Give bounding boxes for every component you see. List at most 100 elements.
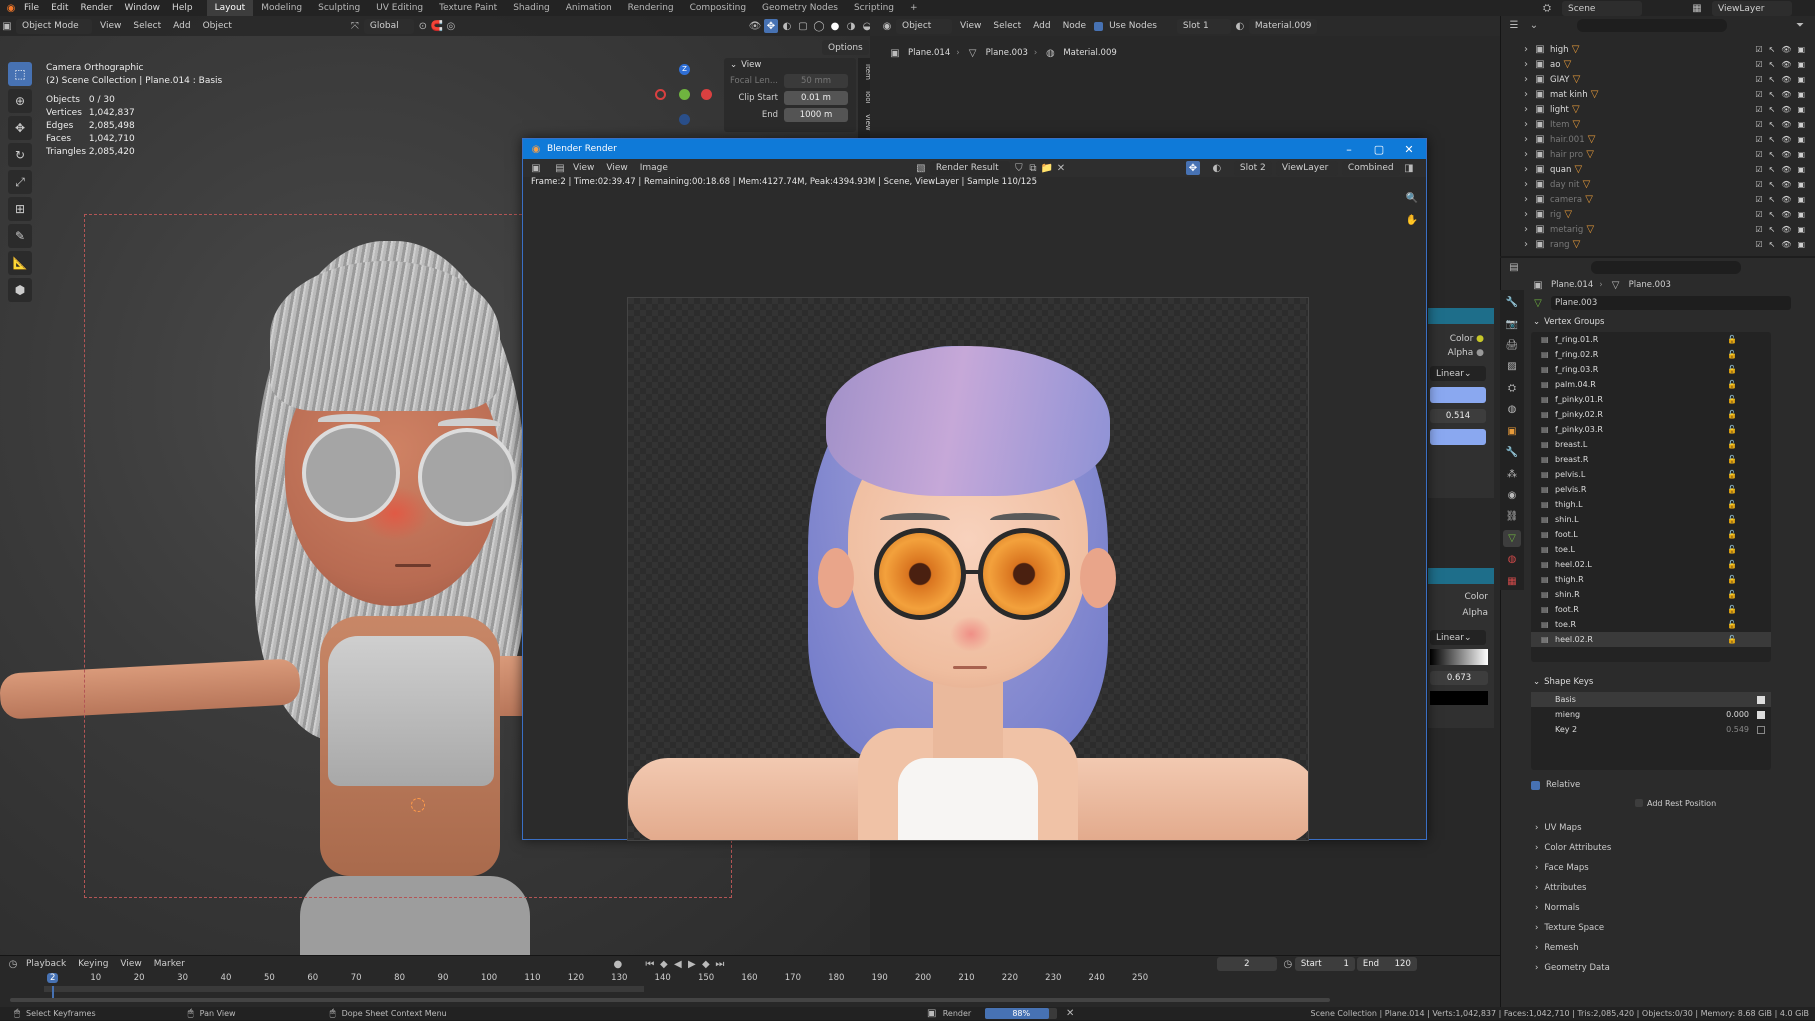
shader-node-1[interactable]: Color ● Alpha ● Linear ⌄ 0.514 — [1428, 308, 1494, 498]
viewport-menu-view[interactable]: View — [94, 21, 127, 31]
fake-user-icon[interactable]: ⛉ — [1012, 161, 1026, 175]
mesh-data-props-icon[interactable]: ▽ — [1503, 529, 1521, 548]
exclude-checkbox-icon[interactable]: ☑ — [1755, 240, 1762, 249]
render-props-icon[interactable]: 📷 — [1503, 315, 1521, 332]
shader-menu-add[interactable]: Add — [1027, 21, 1056, 31]
exclude-checkbox-icon[interactable]: ☑ — [1755, 180, 1762, 189]
new-image-icon[interactable]: ⧉ — [1026, 161, 1040, 175]
scene-selector[interactable]: Scene — [1562, 1, 1642, 16]
lock-icon[interactable]: 🔓 — [1727, 590, 1737, 599]
gizmo-z-negative[interactable] — [679, 114, 690, 125]
timeline-menu-marker[interactable]: Marker — [148, 959, 191, 969]
outliner-item[interactable]: › ▣ quan ▽ ☑ ↖ 👁 ▣ — [1501, 162, 1815, 177]
collapsed-panel[interactable]: › Texture Space — [1525, 918, 1815, 938]
camera-icon[interactable]: ▣ — [1797, 225, 1805, 234]
shape-key-mieng[interactable]: mieng 0.000 — [1531, 707, 1771, 722]
material-slot-selector[interactable]: Slot 1 — [1176, 18, 1231, 34]
outliner-item[interactable]: › ▣ mat kinh ▽ ☑ ↖ 👁 ▣ — [1501, 87, 1815, 102]
exclude-checkbox-icon[interactable]: ☑ — [1755, 120, 1762, 129]
camera-icon[interactable]: ▣ — [1797, 150, 1805, 159]
vertex-group-item[interactable]: thigh.L 🔓 — [1531, 497, 1771, 512]
vertex-groups-header[interactable]: ⌄ Vertex Groups — [1525, 312, 1815, 332]
properties-type-icon[interactable]: ▤ — [1507, 260, 1521, 274]
gizmo-y-axis[interactable] — [679, 89, 690, 100]
workspace-tab-uv-editing[interactable]: UV Editing — [368, 0, 431, 16]
select-arrow-icon[interactable]: ↖ — [1769, 195, 1776, 204]
select-arrow-icon[interactable]: ↖ — [1769, 75, 1776, 84]
node1-interpolation-dropdown[interactable]: Linear ⌄ — [1430, 366, 1486, 381]
render-result-field[interactable]: Render Result — [929, 160, 1010, 176]
maximize-button[interactable]: ▢ — [1363, 139, 1395, 159]
lock-icon[interactable]: 🔓 — [1727, 455, 1737, 464]
workspace-tab-geometry-nodes[interactable]: Geometry Nodes — [754, 0, 846, 16]
vertex-group-item[interactable]: toe.L 🔓 — [1531, 542, 1771, 557]
xray-icon[interactable]: ▢ — [796, 19, 810, 33]
collection-expand-icon[interactable]: › — [1519, 118, 1533, 132]
visibility-icon[interactable]: 👁 — [748, 19, 762, 33]
view-layer-props-icon[interactable]: ▨ — [1503, 358, 1521, 375]
timeline-type-icon[interactable]: ◷ — [6, 957, 20, 971]
scene-props-icon[interactable]: ⛭ — [1503, 380, 1521, 397]
jump-end-icon[interactable]: ⏭ — [713, 957, 727, 971]
shader-menu-select[interactable]: Select — [987, 21, 1027, 31]
current-frame-field[interactable]: 2 — [1216, 957, 1277, 971]
timeline-menu-view[interactable]: View — [114, 959, 147, 969]
select-box-icon[interactable]: ⬚ — [8, 62, 32, 86]
collapsed-panel[interactable]: › UV Maps — [1525, 818, 1815, 838]
material-name-field[interactable]: Material.009 — [1248, 18, 1317, 34]
shading-material-icon[interactable]: ◑ — [844, 19, 858, 33]
workspace-tab-compositing[interactable]: Compositing — [682, 0, 754, 16]
image-browse-icon[interactable]: ▧ — [914, 161, 928, 175]
exclude-checkbox-icon[interactable]: ☑ — [1755, 60, 1762, 69]
collapsed-panel[interactable]: › Remesh — [1525, 938, 1815, 958]
frame-end-field[interactable]: End 120 — [1356, 957, 1417, 971]
play-reverse-icon[interactable]: ◀ — [671, 957, 685, 971]
node1-value-field[interactable]: 0.514 — [1430, 409, 1486, 423]
collapsed-panel[interactable]: › Normals — [1525, 898, 1815, 918]
lock-icon[interactable]: 🔓 — [1727, 500, 1737, 509]
vertex-group-item[interactable]: pelvis.L 🔓 — [1531, 467, 1771, 482]
collapsed-panel[interactable]: › Face Maps — [1525, 858, 1815, 878]
tool-props-icon[interactable]: 🔧 — [1503, 294, 1521, 311]
navigation-gizmo[interactable]: Z — [655, 64, 715, 134]
select-arrow-icon[interactable]: ↖ — [1769, 150, 1776, 159]
shape-key-mieng-checkbox[interactable] — [1757, 710, 1765, 719]
frame-start-field[interactable]: Start 1 — [1294, 957, 1355, 971]
exclude-checkbox-icon[interactable]: ☑ — [1755, 75, 1762, 84]
outliner-item[interactable]: › ▣ Item ▽ ☑ ↖ 👁 ▣ — [1501, 117, 1815, 132]
mesh-name-field[interactable]: Plane.003 — [1551, 296, 1791, 310]
add-rest-checkbox[interactable] — [1635, 799, 1643, 807]
vertex-group-item[interactable]: f_ring.02.R 🔓 — [1531, 347, 1771, 362]
collection-expand-icon[interactable]: › — [1519, 208, 1533, 222]
material-props-icon[interactable]: ◍ — [1503, 551, 1521, 568]
select-arrow-icon[interactable]: ↖ — [1769, 225, 1776, 234]
vertex-group-item[interactable]: breast.R 🔓 — [1531, 452, 1771, 467]
collection-expand-icon[interactable]: › — [1519, 148, 1533, 162]
render-menu-image[interactable]: Image — [634, 163, 674, 173]
collection-expand-icon[interactable]: › — [1519, 58, 1533, 72]
cursor-tool-icon[interactable]: ⊕ — [8, 89, 32, 113]
open-image-icon[interactable]: 📁 — [1040, 161, 1054, 175]
exclude-checkbox-icon[interactable]: ☑ — [1755, 90, 1762, 99]
collection-expand-icon[interactable]: › — [1519, 178, 1533, 192]
properties-editor[interactable]: ▤ ▣ Plane.014 › ▽ Plane.003 ▽ Plane.003 ⌄ V… — [1500, 258, 1815, 1020]
select-arrow-icon[interactable]: ↖ — [1769, 165, 1776, 174]
eye-icon[interactable]: 👁 — [1781, 60, 1791, 69]
vertex-group-item[interactable]: f_ring.01.R 🔓 — [1531, 332, 1771, 347]
node2-black-swatch[interactable] — [1430, 691, 1488, 705]
outliner-item[interactable]: › ▣ metarig ▽ ☑ ↖ 👁 ▣ — [1501, 222, 1815, 237]
collapsed-panel[interactable]: › Attributes — [1525, 878, 1815, 898]
proportional-edit-icon[interactable]: ◎ — [444, 19, 458, 33]
unlink-image-icon[interactable]: ✕ — [1054, 161, 1068, 175]
camera-icon[interactable]: ▣ — [1797, 135, 1805, 144]
overlays-icon[interactable]: ◐ — [780, 19, 794, 33]
collection-expand-icon[interactable]: › — [1519, 103, 1533, 117]
display-channels-icon[interactable]: ◨ — [1402, 161, 1416, 175]
timeline-menu-keying[interactable]: Keying — [72, 959, 114, 969]
menu-edit[interactable]: Edit — [45, 3, 74, 13]
options-label[interactable]: Options — [822, 40, 869, 55]
vertex-group-item[interactable]: shin.R 🔓 — [1531, 587, 1771, 602]
outliner-filter-icon[interactable]: ⏷ — [1793, 18, 1807, 32]
eye-icon[interactable]: 👁 — [1781, 180, 1791, 189]
eye-icon[interactable]: 👁 — [1781, 195, 1791, 204]
